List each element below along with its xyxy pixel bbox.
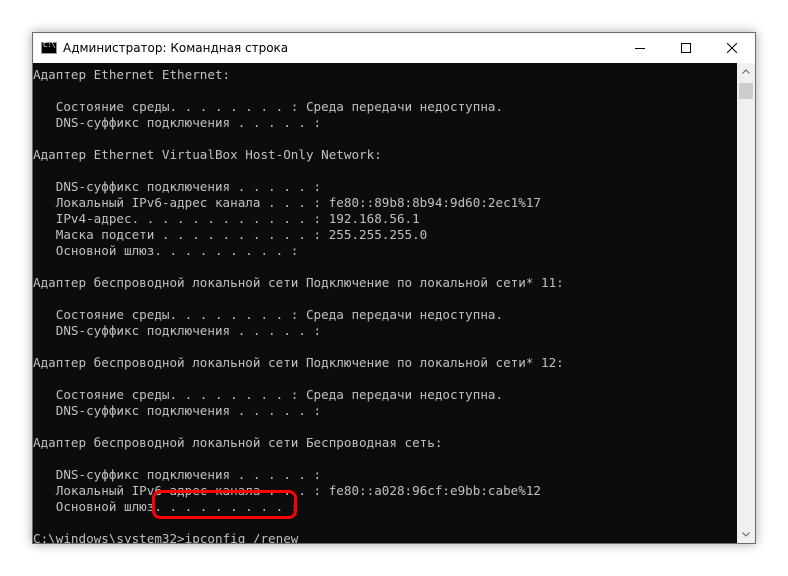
minimize-icon xyxy=(635,48,645,49)
console-line: Локальный IPv6-адрес канала . . . : fe80… xyxy=(33,195,541,210)
console-line: DNS-суффикс подключения . . . . . : xyxy=(33,115,322,130)
console-line: Адаптер беспроводной локальной сети Подк… xyxy=(33,355,564,370)
console-app-icon[interactable]: C:\ xyxy=(41,41,57,54)
console-line: Адаптер беспроводной локальной сети Подк… xyxy=(33,275,564,290)
scroll-up-button[interactable] xyxy=(737,63,755,80)
console-line: Адаптер беспроводной локальной сети Бесп… xyxy=(33,435,443,450)
title-bar[interactable]: C:\ Администратор: Командная строка xyxy=(33,33,755,63)
console-line: DNS-суффикс подключения . . . . . : xyxy=(33,403,322,418)
typed-command: ipconfig /renew xyxy=(184,531,299,543)
console-output[interactable]: Адаптер Ethernet Ethernet: Состояние сре… xyxy=(33,63,737,543)
app-icon-text: C:\ xyxy=(43,41,56,49)
console-line: Состояние среды. . . . . . . . : Среда п… xyxy=(33,307,504,322)
command-prompt-line[interactable]: C:\windows\system32>ipconfig /renew xyxy=(33,531,737,543)
console-line: Состояние среды. . . . . . . . : Среда п… xyxy=(33,99,504,114)
close-icon xyxy=(727,43,737,53)
chevron-up-icon xyxy=(742,69,750,74)
vertical-scrollbar[interactable] xyxy=(737,63,755,543)
maximize-button[interactable] xyxy=(663,33,709,63)
console-line: Состояние среды. . . . . . . . : Среда п… xyxy=(33,387,504,402)
console-line: Основной шлюз. . . . . . . . . : xyxy=(33,499,299,514)
console-line: Основной шлюз. . . . . . . . . : xyxy=(33,243,299,258)
scroll-down-button[interactable] xyxy=(737,526,755,543)
console-line: Адаптер Ethernet VirtualBox Host-Only Ne… xyxy=(33,147,382,162)
close-button[interactable] xyxy=(709,33,755,63)
chevron-down-icon xyxy=(742,532,750,537)
prompt-path: C:\windows\system32> xyxy=(33,531,185,543)
console-text: Адаптер Ethernet Ethernet: Состояние сре… xyxy=(33,63,737,543)
window-title: Администратор: Командная строка xyxy=(63,41,289,55)
console-line: DNS-суффикс подключения . . . . . : xyxy=(33,467,322,482)
console-line: Локальный IPv6-адрес канала . . . : fe80… xyxy=(33,483,541,498)
console-line: DNS-суффикс подключения . . . . . : xyxy=(33,179,322,194)
console-line: DNS-суффикс подключения . . . . . : xyxy=(33,323,322,338)
window-controls xyxy=(617,33,755,63)
console-line: Маска подсети . . . . . . . . . . : 255.… xyxy=(33,227,428,242)
command-prompt-window: C:\ Администратор: Командная строка Адап… xyxy=(32,32,756,544)
console-line: IPv4-адрес. . . . . . . . . . . . : 192.… xyxy=(33,211,420,226)
maximize-icon xyxy=(681,43,691,53)
console-line: Адаптер Ethernet Ethernet: xyxy=(33,67,231,82)
minimize-button[interactable] xyxy=(617,33,663,63)
scrollbar-thumb[interactable] xyxy=(739,83,753,99)
